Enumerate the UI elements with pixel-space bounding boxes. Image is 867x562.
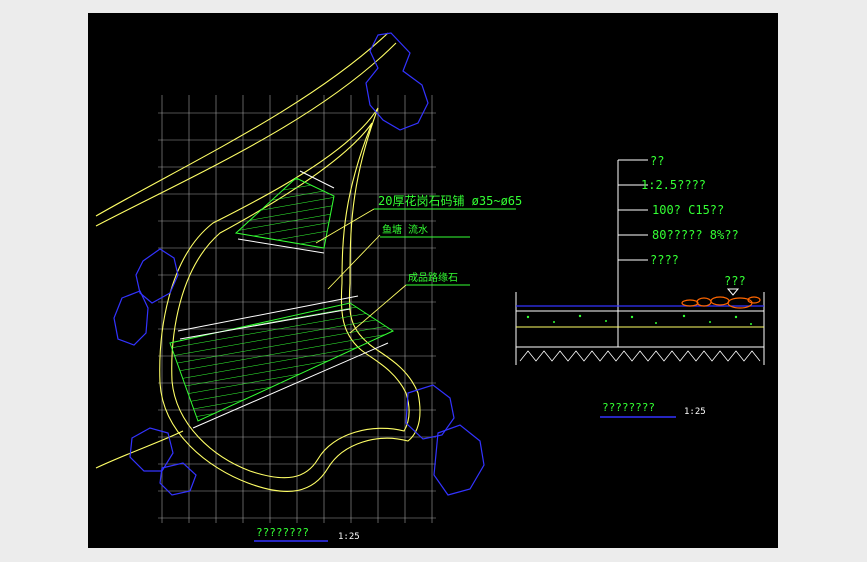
path-outline xyxy=(159,107,421,492)
section-scale: 1:25 xyxy=(684,407,706,417)
drawing-canvas[interactable]: 20厚花岗石码铺 ø35~ø65 鱼塘 流水 成品路缘石 ???????? 1:… xyxy=(88,13,778,548)
layer-label-1: ?? xyxy=(650,154,664,168)
boulder-left-lower xyxy=(129,427,174,472)
concrete-aggregate xyxy=(526,314,752,325)
boulder-right-1 xyxy=(405,384,455,440)
boulder-left-mid xyxy=(113,290,149,346)
boulder-left-lower-2 xyxy=(159,462,197,496)
plan-title: ???????? xyxy=(256,526,309,539)
section-title: ???????? xyxy=(602,401,655,414)
stone-panel-upper xyxy=(234,177,335,249)
soil-hatch xyxy=(519,350,761,362)
label-stone: 20厚花岗石码铺 ø35~ø65 xyxy=(378,193,522,208)
pebble-marker xyxy=(726,288,740,296)
pebble-label: ??? xyxy=(724,274,746,288)
layer-leaders xyxy=(618,159,648,261)
layer-label-2: 1:2.5???? xyxy=(641,178,706,192)
plan-scale: 1:25 xyxy=(338,532,360,542)
layer-label-4: 80????? 8%?? xyxy=(652,228,739,242)
plan-view: 20厚花岗石码铺 ø35~ø65 鱼塘 流水 成品路缘石 ???????? 1:… xyxy=(95,32,522,542)
layer-label-5: ???? xyxy=(650,253,679,267)
stone-panels xyxy=(169,177,395,422)
cad-drawing: 20厚花岗石码铺 ø35~ø65 鱼塘 流水 成品路缘石 ???????? 1:… xyxy=(95,32,765,542)
boulders xyxy=(113,32,485,496)
layer-label-3: 100? C15?? xyxy=(652,203,724,217)
section-view: ?? 1:2.5???? 100? C15?? 80????? 8%?? ???… xyxy=(515,154,765,418)
label-edge: 成品路缘石 xyxy=(408,271,458,284)
label-water: 鱼塘 流水 xyxy=(382,223,428,236)
